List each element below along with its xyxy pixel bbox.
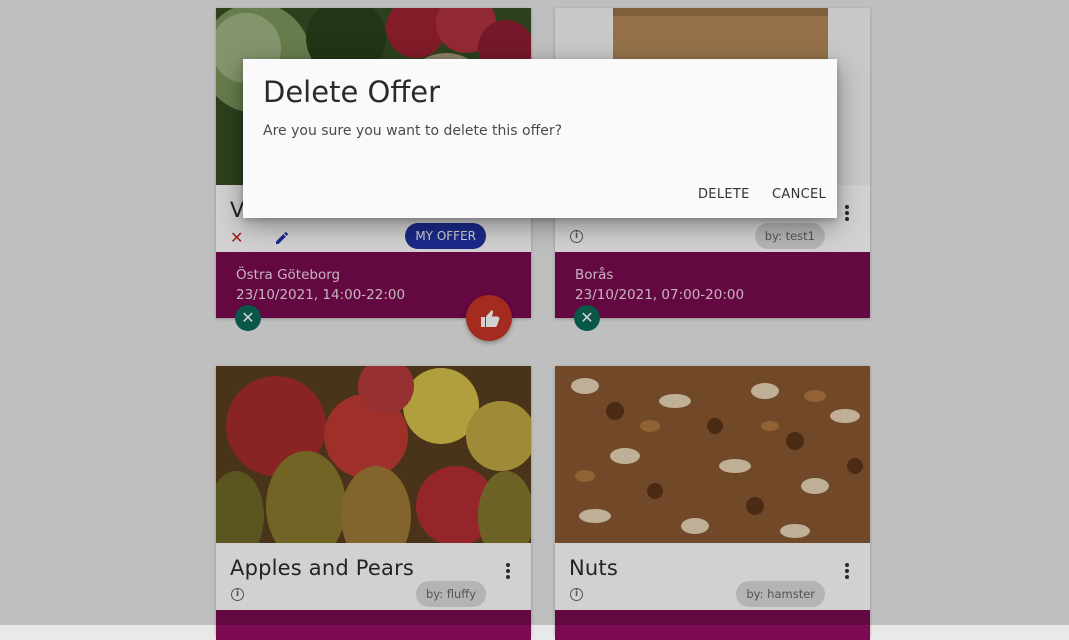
dialog-message: Are you sure you want to delete this off… — [263, 123, 563, 139]
delete-offer-dialog: Delete Offer Are you sure you want to de… — [243, 59, 837, 218]
delete-button[interactable]: DELETE — [692, 183, 756, 206]
cancel-button[interactable]: CANCEL — [766, 183, 832, 206]
dialog-title: Delete Offer — [263, 75, 441, 109]
